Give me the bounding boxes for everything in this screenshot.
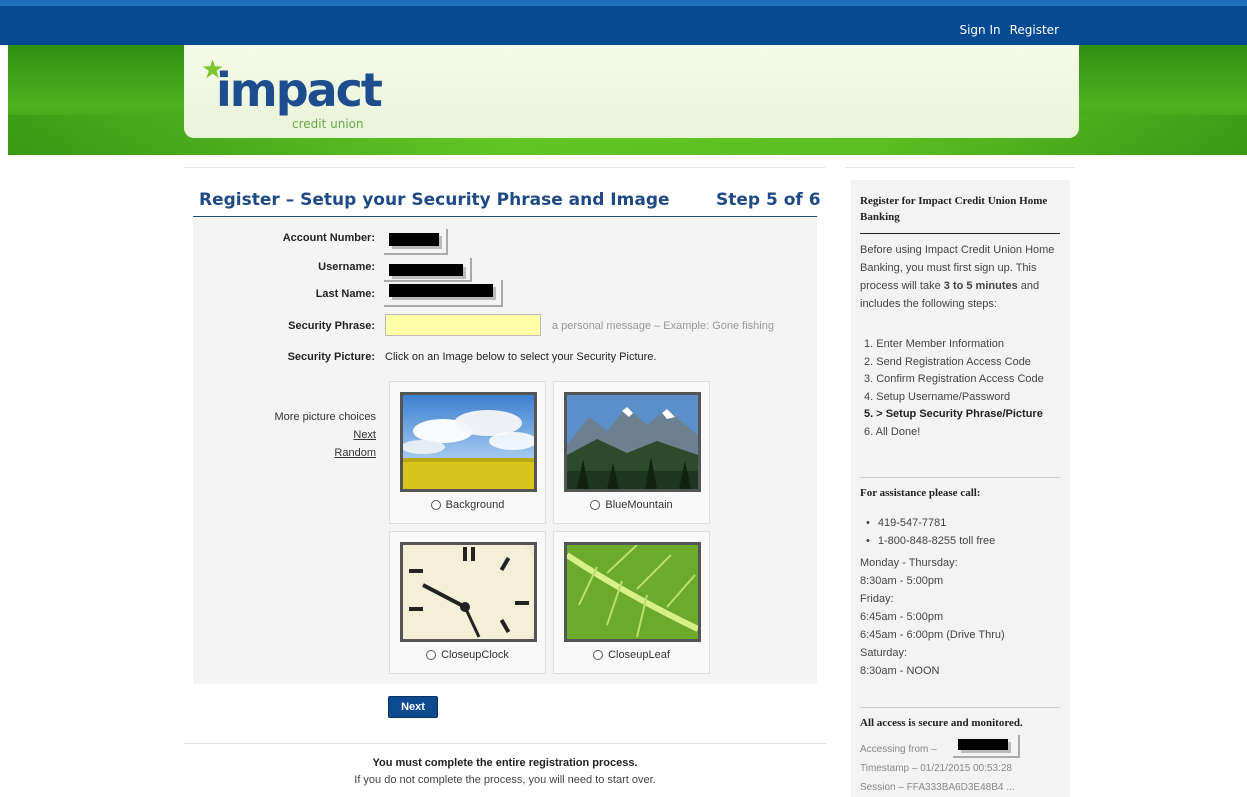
step-item: 4. Setup Username/Password xyxy=(864,390,1011,403)
sidebar-divider xyxy=(845,167,1075,168)
session-id: Session – FFA333BA6D3E48B4 ... xyxy=(860,782,1015,793)
last-name-redacted xyxy=(389,284,493,297)
security-picture-instructions: Click on an Image below to select your S… xyxy=(385,351,657,363)
background-option-label[interactable]: Background xyxy=(390,499,545,511)
more-choices-title: More picture choices xyxy=(274,411,377,423)
footer-divider xyxy=(184,743,826,744)
security-notice-title: All access is secure and monitored. xyxy=(860,717,1023,729)
next-pictures-link[interactable]: Next xyxy=(230,426,376,444)
sidebar-title-rule xyxy=(860,233,1060,234)
hours-line: Saturday: xyxy=(860,647,908,659)
account-number-redacted xyxy=(389,233,439,246)
sidebar-title: Register for Impact Credit Union Home Ba… xyxy=(860,195,1048,223)
background-image[interactable] xyxy=(400,392,537,492)
picture-option-background[interactable]: Background xyxy=(389,381,546,524)
security-picture-label: Security Picture: xyxy=(287,351,375,363)
last-name-label: Last Name: xyxy=(315,288,375,300)
username-label: Username: xyxy=(318,261,375,273)
step-item: 3. Confirm Registration Access Code xyxy=(864,373,1044,385)
security-phrase-input[interactable] xyxy=(385,314,541,336)
content-divider xyxy=(184,167,826,168)
bluemountain-option-label[interactable]: BlueMountain xyxy=(554,499,709,511)
security-phrase-label: Security Phrase: xyxy=(288,320,375,332)
logo-wordmark: impact xyxy=(216,63,383,117)
ip-address-redacted xyxy=(958,739,1008,750)
closeupleaf-option-label[interactable]: CloseupLeaf xyxy=(554,649,709,661)
security-phrase-hint: a personal message – Example: Gone fishi… xyxy=(552,320,774,332)
closeupclock-radio[interactable] xyxy=(426,650,437,661)
title-underline xyxy=(193,216,817,217)
phone-list: 419-547-7781 1-800-848-8255 toll free xyxy=(866,514,995,550)
closeupclock-label-text: CloseupClock xyxy=(441,649,509,661)
next-button[interactable]: Next xyxy=(388,696,438,718)
register-link[interactable]: Register xyxy=(1010,23,1059,37)
picture-option-closeupclock[interactable]: CloseupClock xyxy=(383,515,546,675)
step-item-current: 5. > Setup Security Phrase/Picture xyxy=(864,408,1043,420)
sidebar-section-rule xyxy=(860,707,1060,708)
step-item: 2. Send Registration Access Code xyxy=(864,355,1031,368)
footer-warning-text: If you do not complete the process, you … xyxy=(354,774,656,786)
assistance-title: For assistance please call: xyxy=(860,487,981,499)
random-pictures-link[interactable]: Random xyxy=(230,444,376,462)
bluemountain-image[interactable] xyxy=(564,392,701,492)
sign-in-link[interactable]: Sign In xyxy=(959,23,1000,37)
step-item: 1. Enter Member Information xyxy=(864,338,1005,350)
top-navigation-bar: Sign In Register xyxy=(0,0,1247,45)
sidebar-intro-duration: 3 to 5 minutes xyxy=(943,280,1018,292)
closeupleaf-label-text: CloseupLeaf xyxy=(608,649,670,661)
top-nav-links: Sign In Register xyxy=(959,23,1059,37)
closeupleaf-image[interactable] xyxy=(564,542,701,642)
step-item: 6. All Done! xyxy=(864,425,921,438)
background-radio[interactable] xyxy=(430,500,441,511)
registration-steps-list: 1. Enter Member Information 2. Send Regi… xyxy=(864,336,1044,441)
closeupleaf-radio[interactable] xyxy=(593,650,604,661)
impact-logo[interactable]: ★ impact credit union xyxy=(198,55,388,131)
hours-line: 6:45am - 5:00pm xyxy=(860,611,944,623)
business-hours: Monday - Thursday: 8:30am - 5:00pm Frida… xyxy=(860,554,1005,680)
closeupclock-option-label[interactable]: CloseupClock xyxy=(390,649,545,661)
logo-subtitle: credit union xyxy=(292,117,364,131)
hours-line: Monday - Thursday: xyxy=(860,557,958,569)
hours-line: 8:30am - 5:00pm xyxy=(860,575,944,587)
hours-line: 8:30am - NOON xyxy=(860,665,940,677)
header-banner: ★ impact credit union xyxy=(184,45,1079,138)
bluemountain-radio[interactable] xyxy=(590,500,601,511)
timestamp: Timestamp – 01/21/2015 00:53:28 xyxy=(860,763,1012,774)
footer-warning-title: You must complete the entire registratio… xyxy=(372,757,638,769)
bluemountain-label-text: BlueMountain xyxy=(605,499,673,511)
closeupclock-image[interactable] xyxy=(383,515,543,675)
picture-option-bluemountain[interactable]: BlueMountain xyxy=(553,381,710,524)
step-indicator: Step 5 of 6 xyxy=(716,190,821,210)
page-title: Register – Setup your Security Phrase an… xyxy=(199,190,670,210)
sidebar-section-rule xyxy=(860,477,1060,478)
username-redacted xyxy=(389,264,463,276)
picture-option-closeupleaf[interactable]: CloseupLeaf xyxy=(553,531,710,674)
phone-number: 1-800-848-8255 toll free xyxy=(866,532,995,550)
background-label-text: Background xyxy=(445,499,505,511)
sidebar-intro: Before using Impact Credit Union Home Ba… xyxy=(860,241,1065,313)
more-picture-choices: More picture choices Next Random xyxy=(230,408,377,462)
phone-number: 419-547-7781 xyxy=(866,514,995,532)
account-number-label: Account Number: xyxy=(282,232,375,244)
hours-line: 6:45am - 6:00pm (Drive Thru) xyxy=(860,629,1005,641)
hours-line: Friday: xyxy=(860,593,894,605)
